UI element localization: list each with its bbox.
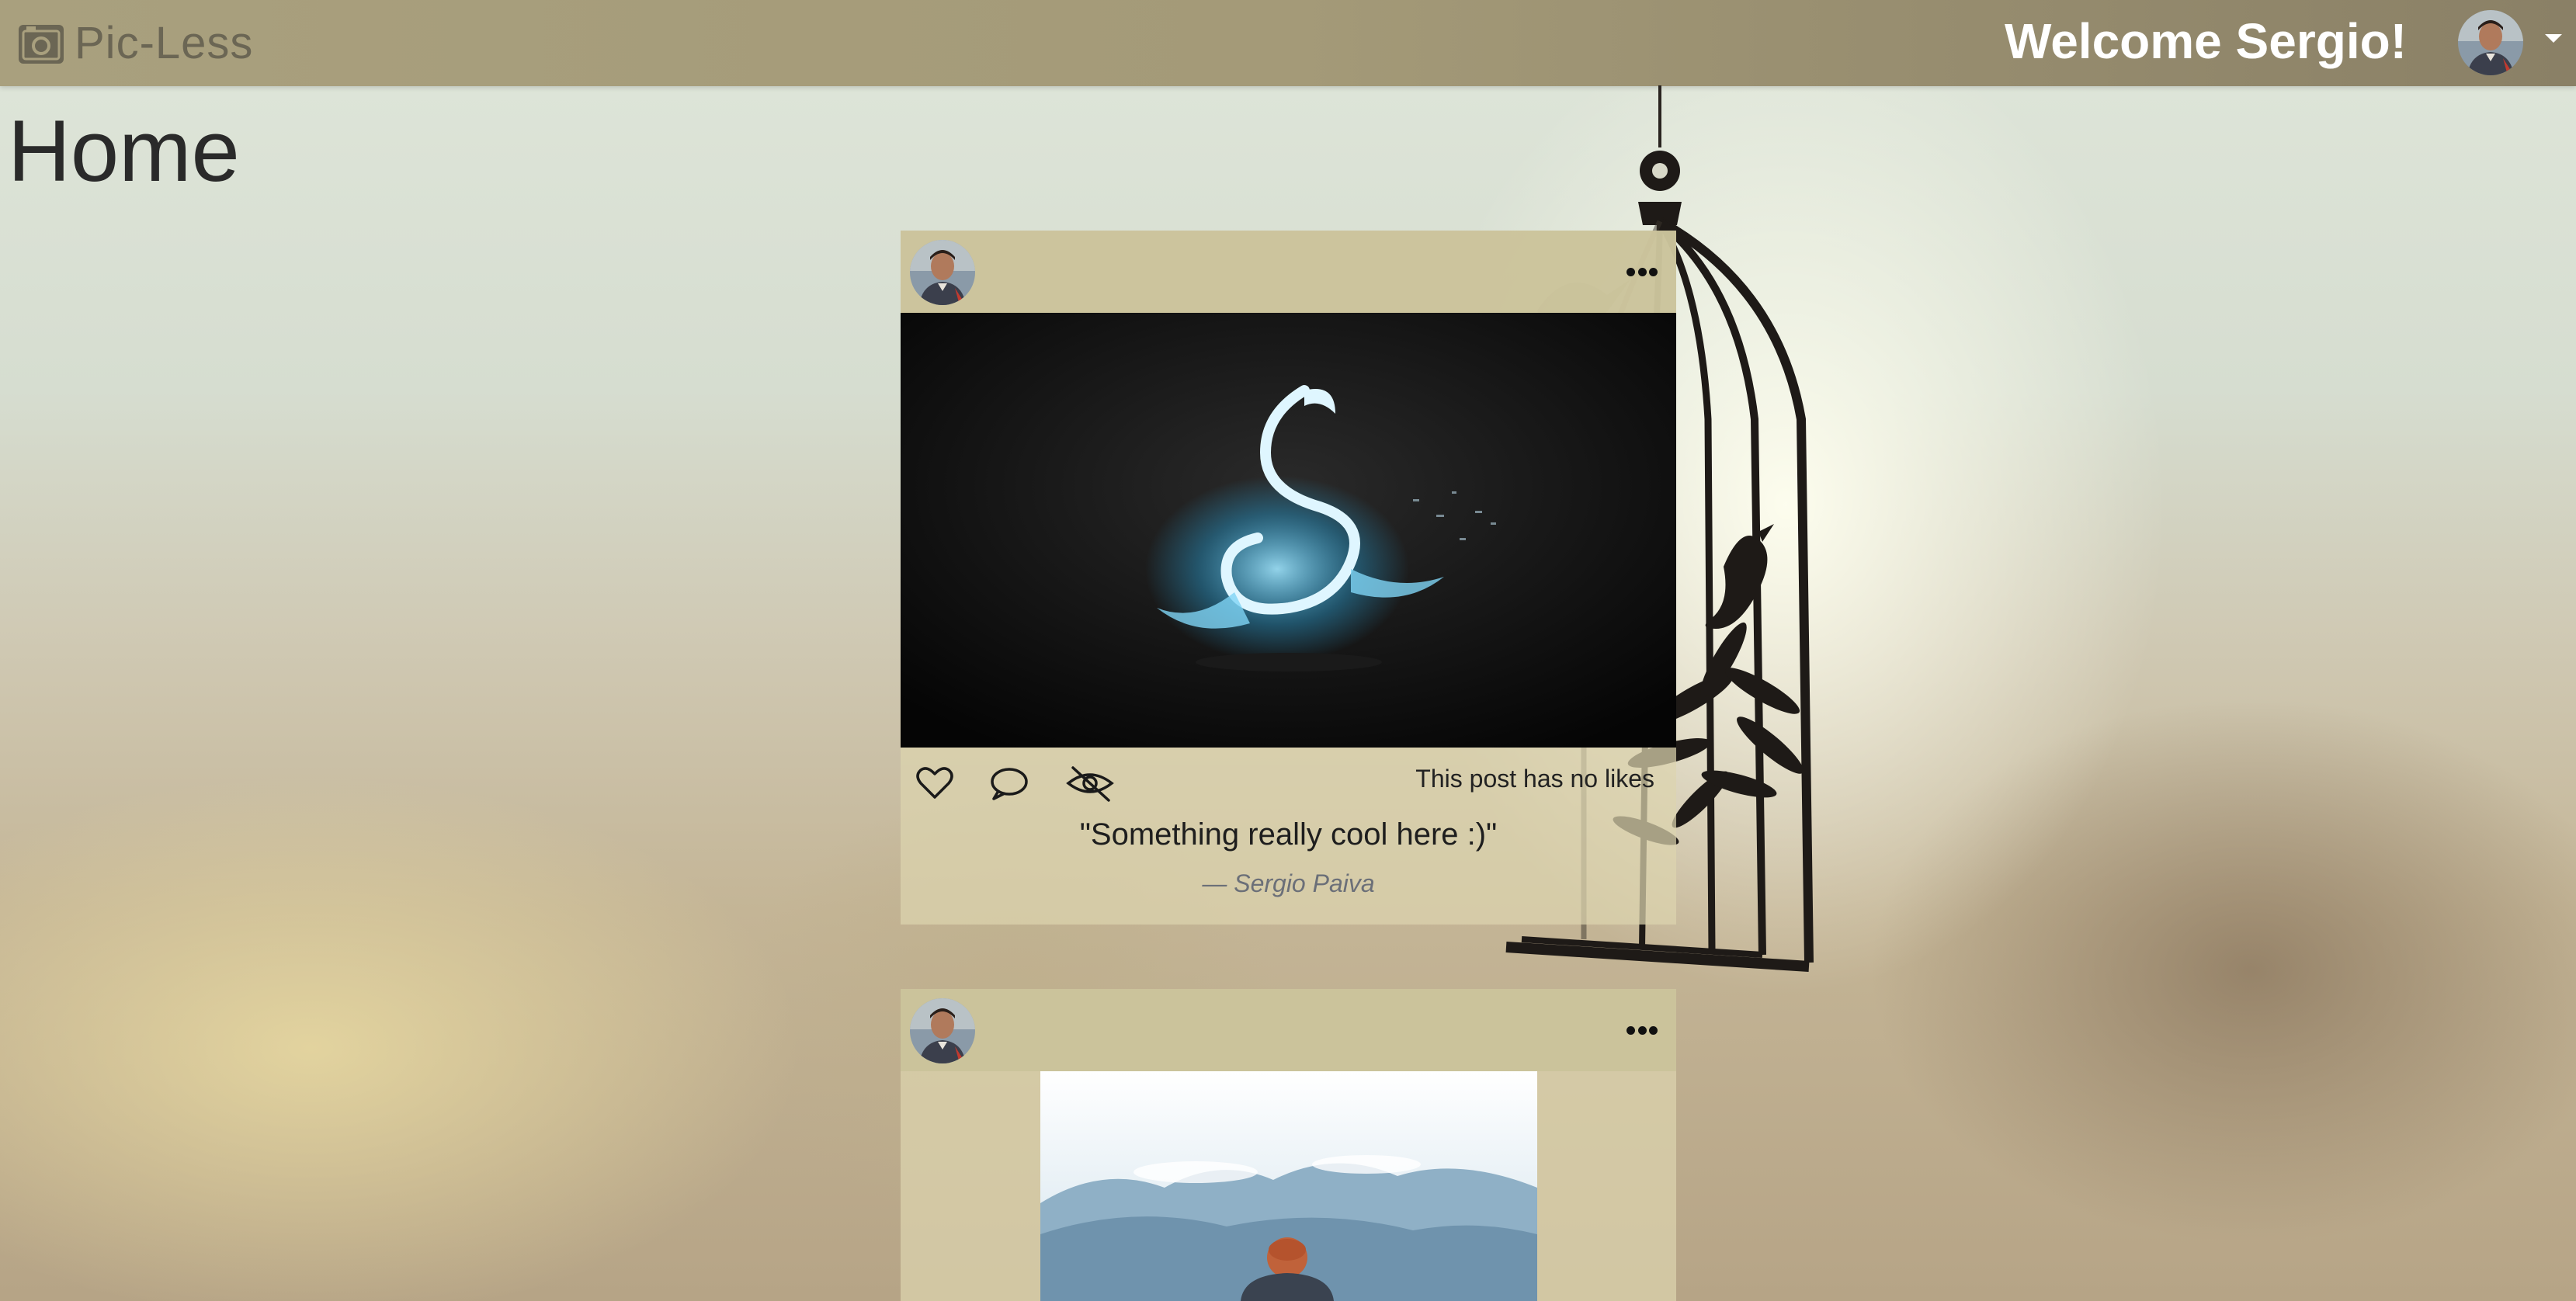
post-card (901, 989, 1676, 1301)
post-author[interactable]: — Sergio Paiva (901, 869, 1676, 925)
likes-count-text: This post has no likes (1415, 765, 1654, 793)
author-avatar[interactable] (910, 240, 975, 305)
post-header (901, 231, 1676, 313)
post-header (901, 989, 1676, 1071)
post-actions: This post has no likes (901, 748, 1676, 817)
post-card: This post has no likes "Something really… (901, 231, 1676, 925)
dragon-artwork-image (901, 313, 1676, 748)
brand-name: Pic-Less (75, 17, 254, 68)
page-title: Home (8, 102, 240, 199)
author-avatar[interactable] (910, 998, 975, 1063)
brand-link[interactable]: Pic-Less (17, 17, 253, 68)
like-heart-icon[interactable] (913, 762, 956, 805)
avatar-image (910, 240, 975, 305)
post-image[interactable] (1040, 1071, 1537, 1301)
more-options-icon[interactable] (1626, 260, 1658, 283)
avatar-image (2458, 10, 2523, 75)
more-options-icon[interactable] (1626, 1018, 1658, 1042)
post-caption: "Something really cool here :)" (1079, 817, 1498, 852)
hide-post-eye-slash-icon[interactable] (1065, 762, 1115, 805)
welcome-message: Welcome Sergio! (2004, 13, 2407, 69)
post-image[interactable] (901, 313, 1676, 748)
mountain-photo-image (1040, 1071, 1537, 1301)
navbar: Pic-Less Welcome Sergio! (0, 0, 2576, 86)
avatar-image (910, 998, 975, 1063)
user-avatar[interactable] (2458, 10, 2523, 75)
comment-icon[interactable] (988, 762, 1031, 805)
dropdown-caret-icon[interactable] (2545, 34, 2562, 43)
camera-icon (19, 25, 64, 64)
